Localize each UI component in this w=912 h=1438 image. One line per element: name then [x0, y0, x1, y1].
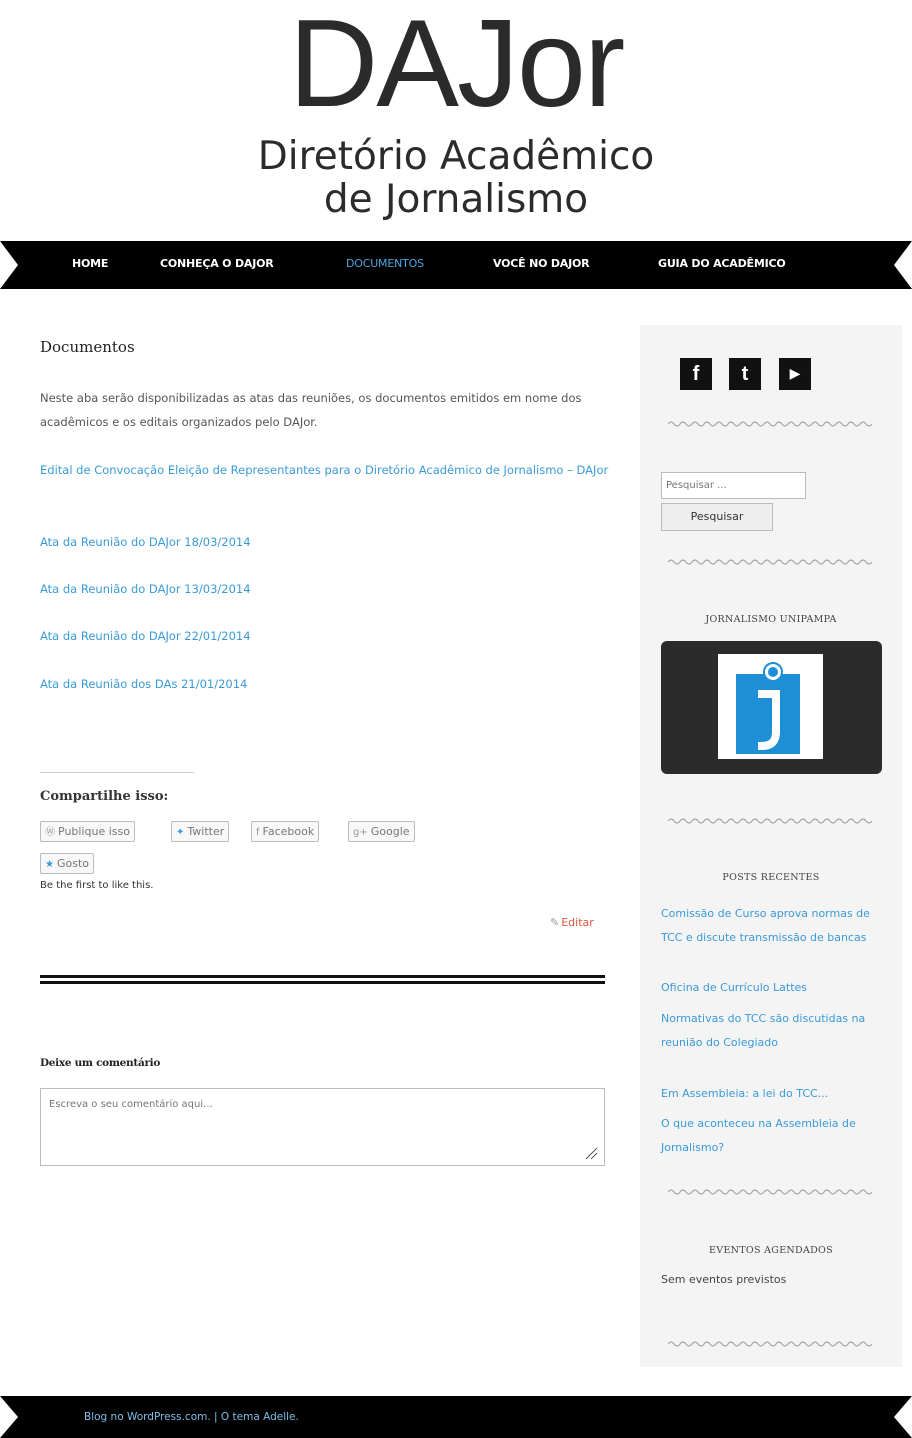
- share-facebook-button[interactable]: f Facebook: [251, 821, 320, 842]
- footer-ribbon-right-tail: [872, 1396, 912, 1438]
- like-button[interactable]: ★ Gosto: [40, 853, 94, 874]
- content-divider: [40, 975, 605, 984]
- site-logo[interactable]: DAJor Diretório Acadêmico de Jornalismo: [0, 0, 912, 235]
- nav-item-conheca[interactable]: CONHEÇA O DAJOR: [160, 257, 274, 270]
- nav-ribbon-right-tail: [872, 241, 912, 289]
- facebook-icon: f: [256, 827, 260, 838]
- nav-item-guia[interactable]: GUIA DO ACADÊMICO: [658, 257, 786, 270]
- like-note: Be the first to like this.: [40, 880, 154, 891]
- page-title: Documentos: [40, 338, 135, 356]
- document-link[interactable]: Ata da Reunião do DAJor 13/03/2014: [40, 577, 610, 601]
- nav-item-home[interactable]: HOME: [72, 257, 108, 270]
- nav-item-voce-no-dajor[interactable]: VOCÊ NO DAJOR: [493, 257, 590, 270]
- recent-post-link[interactable]: Oficina de Currículo Lattes: [661, 976, 887, 1000]
- share-button-label: Publique isso: [58, 825, 130, 838]
- footer-blog-link[interactable]: Blog no WordPress.com.: [84, 1411, 211, 1423]
- search-input[interactable]: [661, 472, 806, 499]
- document-link[interactable]: Ata da Reunião dos DAs 21/01/2014: [40, 672, 610, 696]
- search-button[interactable]: Pesquisar: [661, 503, 773, 531]
- youtube-social-button[interactable]: ▶: [779, 358, 811, 390]
- recent-post-link[interactable]: Normativas do TCC são discutidas na reun…: [661, 1007, 887, 1055]
- intro-text: Neste aba serão disponibilizadas as atas…: [40, 391, 582, 429]
- no-events-text: Sem eventos previstos: [661, 1273, 787, 1286]
- share-button-label: Google: [370, 825, 410, 838]
- widget-title-posts-recentes: POSTS RECENTES: [722, 872, 820, 883]
- widget-title-eventos: EVENTOS AGENDADOS: [709, 1245, 833, 1256]
- sidebar-wavy-divider: [668, 421, 873, 427]
- facebook-social-button[interactable]: f: [680, 358, 712, 390]
- share-twitter-button[interactable]: ✦ Twitter: [171, 821, 230, 842]
- google-plus-icon: g+: [353, 827, 368, 838]
- logo-subtitle-line2: de Jornalismo: [323, 177, 589, 222]
- share-button-label: Facebook: [262, 825, 315, 838]
- recent-post-link[interactable]: O que aconteceu na Assembleia de Jornali…: [661, 1112, 887, 1160]
- comment-title: Deixe um comentário: [40, 1057, 161, 1069]
- nav-item-documentos[interactable]: DOCUMENTOS: [346, 257, 424, 270]
- recent-post-link[interactable]: Em Assembleia: a lei do TCC...: [661, 1082, 887, 1106]
- widget-title-jornalismo: JORNALISMO UNIPAMPA: [705, 614, 837, 625]
- comment-textarea[interactable]: [40, 1088, 605, 1166]
- share-divider: [40, 772, 194, 773]
- footer-credits: Blog no WordPress.com. | O tema Adelle.: [84, 1411, 299, 1423]
- wordpress-icon: Ⓦ: [45, 827, 55, 838]
- resize-grip-icon[interactable]: [584, 1146, 598, 1160]
- pencil-icon: ✎: [550, 916, 560, 929]
- unipampa-logo[interactable]: [718, 654, 823, 759]
- twitter-icon: ✦: [176, 827, 185, 838]
- like-button-label: Gosto: [56, 857, 89, 870]
- sidebar-wavy-divider: [668, 1189, 873, 1195]
- document-link[interactable]: Ata da Reunião do DAJor 18/03/2014: [40, 530, 610, 554]
- twitter-social-button[interactable]: t: [729, 358, 761, 390]
- edit-link[interactable]: ✎ Editar: [550, 916, 594, 929]
- unipampa-logo-icon: [736, 662, 800, 754]
- share-google-button[interactable]: g+ Google: [348, 821, 415, 842]
- footer-separator: |: [210, 1411, 221, 1423]
- edit-link-label: Editar: [561, 916, 594, 929]
- logo-title: DAJor: [288, 0, 626, 133]
- star-icon: ★: [45, 859, 54, 870]
- sidebar-wavy-divider: [668, 1341, 873, 1347]
- share-wordpress-button[interactable]: Ⓦ Publique isso: [40, 821, 135, 842]
- share-button-label: Twitter: [187, 825, 225, 838]
- recent-post-link[interactable]: Comissão de Curso aprova normas de TCC e…: [661, 902, 887, 950]
- logo-subtitle-line1: Diretório Acadêmico: [257, 134, 655, 179]
- document-link[interactable]: Ata da Reunião do DAJor 22/01/2014: [40, 624, 610, 648]
- footer-theme-link[interactable]: O tema Adelle.: [221, 1411, 299, 1423]
- sidebar-wavy-divider: [668, 818, 873, 824]
- youtube-icon: ▶: [789, 366, 801, 382]
- document-link[interactable]: Edital de Convocação Eleição de Represen…: [40, 458, 610, 482]
- sidebar-wavy-divider: [668, 559, 873, 565]
- facebook-icon: f: [692, 363, 700, 385]
- share-title: Compartilhe isso:: [40, 789, 169, 804]
- twitter-icon: t: [741, 363, 749, 385]
